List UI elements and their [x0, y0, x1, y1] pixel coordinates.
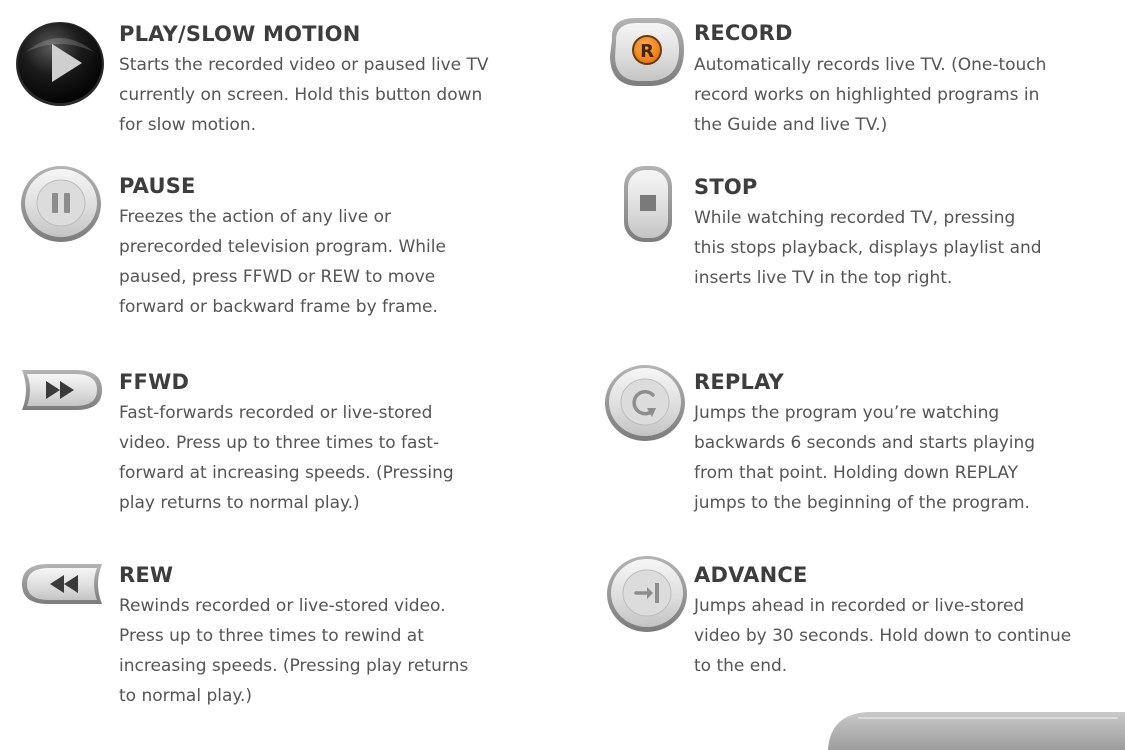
advance-icon	[607, 556, 687, 632]
entry-description: Freezes the action of any live or prerec…	[119, 202, 446, 322]
entry-title: FFWD	[119, 370, 190, 394]
description-line: Rewinds recorded or live-stored video.	[119, 596, 446, 616]
description-line: Automatically records live TV. (One-touc…	[694, 55, 1047, 75]
record-icon: R	[610, 18, 684, 86]
description-line: Press up to three times to rewind at	[119, 626, 424, 646]
fast-forward-icon	[22, 370, 102, 410]
description-line: from that point. Holding down REPLAY	[694, 463, 1019, 483]
description-line: forward at increasing speeds. (Pressing	[119, 463, 454, 483]
description-line: backwards 6 seconds and starts playing	[694, 433, 1036, 453]
entry-title: REW	[119, 563, 174, 587]
entry-description: Fast-forwards recorded or live-stored vi…	[119, 398, 454, 518]
entry-title: PLAY/SLOW MOTION	[119, 22, 361, 46]
entry-title: STOP	[694, 175, 758, 199]
entry-title: PAUSE	[119, 174, 196, 198]
pause-icon	[21, 166, 101, 242]
stop-icon	[624, 166, 672, 242]
description-line: Jumps ahead in recorded or live-stored	[694, 596, 1025, 616]
description-line: inserts live TV in the top right.	[694, 268, 953, 288]
description-line: paused, press FFWD or REW to move	[119, 267, 436, 287]
description-line: increasing speeds. (Pressing play return…	[119, 656, 469, 676]
entry-description: Jumps the program you’re watching backwa…	[694, 398, 1035, 518]
description-line: Fast-forwards recorded or live-stored	[119, 403, 433, 423]
rewind-icon	[22, 564, 102, 604]
entry-description: Rewinds recorded or live-stored video. P…	[119, 591, 468, 711]
description-line: Jumps the program you’re watching	[694, 403, 1000, 423]
description-line: forward or backward frame by frame.	[119, 297, 438, 317]
description-line: to the end.	[694, 656, 788, 676]
description-line: play returns to normal play.)	[119, 493, 360, 513]
entry-description: While watching recorded TV, pressing thi…	[694, 203, 1042, 293]
entry-title: REPLAY	[694, 370, 784, 394]
description-line: Freezes the action of any live or	[119, 207, 391, 227]
entry-description: Starts the recorded video or paused live…	[119, 50, 489, 140]
entry-title: RECORD	[694, 21, 793, 45]
entry-description: Jumps ahead in recorded or live-stored v…	[694, 591, 1071, 681]
description-line: for slow motion.	[119, 115, 256, 135]
description-line: to normal play.)	[119, 686, 253, 706]
description-line: Starts the recorded video or paused live…	[119, 55, 489, 75]
description-line: record works on highlighted programs in	[694, 85, 1040, 105]
description-line: jumps to the beginning of the program.	[694, 493, 1030, 513]
description-line: While watching recorded TV, pressing	[694, 208, 1016, 228]
description-line: prerecorded television program. While	[119, 237, 446, 257]
device-edge-image	[828, 712, 1125, 750]
description-line: this stops playback, displays playlist a…	[694, 238, 1042, 258]
entry-description: Automatically records live TV. (One-touc…	[694, 50, 1046, 140]
entry-title: ADVANCE	[694, 563, 808, 587]
description-line: video. Press up to three times to fast-	[119, 433, 440, 453]
replay-icon	[605, 365, 685, 441]
record-letter: R	[640, 41, 654, 62]
description-line: video by 30 seconds. Hold down to contin…	[694, 626, 1072, 646]
description-line: the Guide and live TV.)	[694, 115, 888, 135]
description-line: currently on screen. Hold this button do…	[119, 85, 483, 105]
play-icon	[16, 22, 104, 106]
